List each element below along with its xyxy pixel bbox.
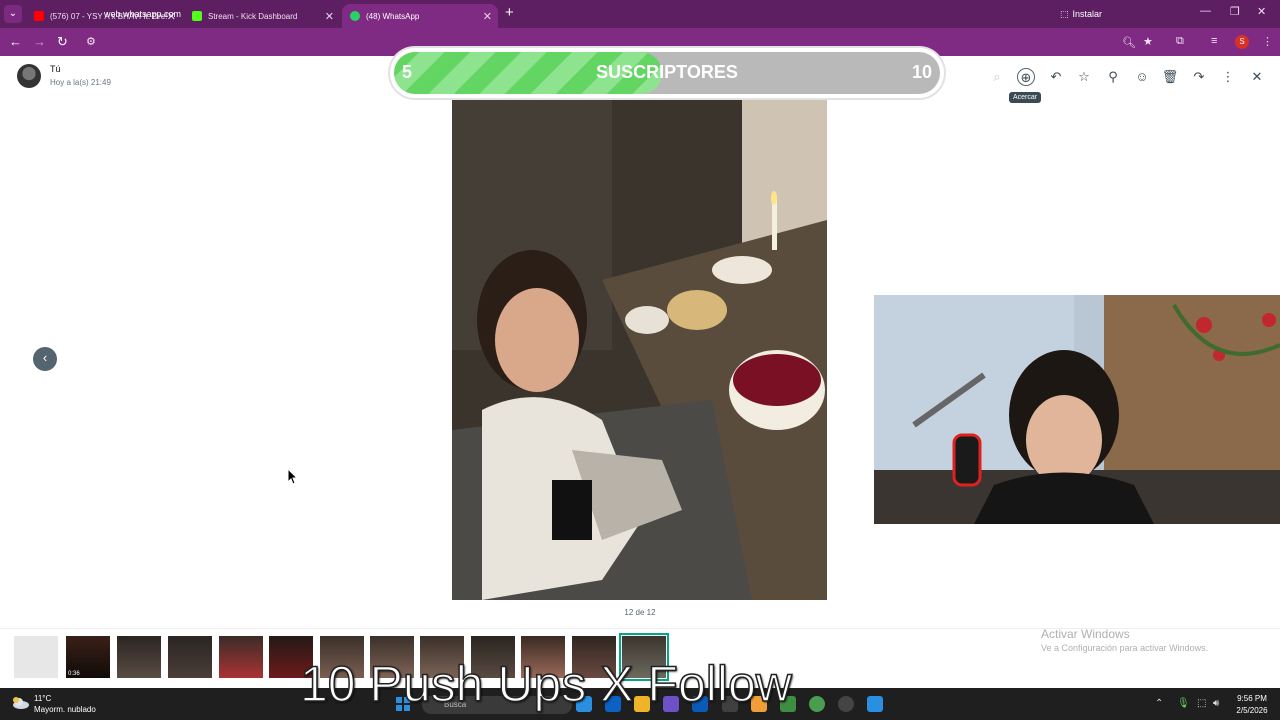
tab-title: (48) WhatsApp xyxy=(366,11,420,21)
tab-kick[interactable]: Stream - Kick Dashboard ✕ xyxy=(184,4,340,28)
activation-watermark-text: Ve a Configuración para activar Windows. xyxy=(1041,643,1209,653)
emoji-icon[interactable]: ☺ xyxy=(1133,68,1151,86)
install-label: Instalar xyxy=(1072,9,1103,19)
message-timestamp: Hoy a la(s) 21:49 xyxy=(50,78,111,87)
thumbnail[interactable] xyxy=(168,636,212,678)
close-window-icon[interactable]: ✕ xyxy=(1257,5,1266,18)
microphone-icon[interactable]: 🎙︎ xyxy=(1177,698,1190,709)
forward-icon[interactable]: ↷ xyxy=(1190,68,1208,86)
thumbnail[interactable] xyxy=(117,636,161,678)
subscriber-goal-target: 10 xyxy=(911,62,932,82)
extensions-icon[interactable]: ⧉ xyxy=(1176,35,1184,48)
thumbnail[interactable] xyxy=(14,636,58,678)
subscriber-goal-bar: 5 SUSCRIPTORES 10 xyxy=(390,48,944,98)
cloud-icon xyxy=(13,697,29,709)
weather-description[interactable]: Mayorm. nublado xyxy=(34,705,96,714)
weather-temperature[interactable]: 11°C xyxy=(34,694,51,703)
media-control-icon[interactable]: ≡ xyxy=(1211,35,1217,47)
back-icon[interactable]: ← xyxy=(9,34,22,49)
search-icon[interactable]: ⌕ xyxy=(988,68,1006,86)
clock-date[interactable]: 2/5/2026 xyxy=(1232,706,1272,715)
more-icon[interactable]: ⋮ xyxy=(1219,68,1237,86)
clock-time[interactable]: 9:56 PM xyxy=(1232,694,1272,703)
close-tab-icon[interactable]: ✕ xyxy=(325,10,334,23)
volume-icon[interactable]: 🔊︎ xyxy=(1213,698,1219,709)
reply-icon[interactable]: ↶ xyxy=(1047,68,1065,86)
youtube-icon xyxy=(34,11,44,21)
close-tab-icon[interactable]: ✕ xyxy=(483,10,492,23)
avatar[interactable] xyxy=(17,64,41,88)
tray-chevron-icon[interactable]: ⌃ xyxy=(1155,698,1163,709)
reload-icon[interactable]: ↻ xyxy=(57,34,68,50)
profile-avatar[interactable]: S xyxy=(1235,35,1249,49)
zoom-in-icon[interactable]: ⊕ xyxy=(1017,68,1035,86)
close-icon[interactable]: ✕ xyxy=(1248,68,1266,86)
bookmark-star-icon[interactable]: ★ xyxy=(1143,35,1153,48)
minimize-icon[interactable]: — xyxy=(1200,5,1211,17)
install-button[interactable]: ⬚ Instalar xyxy=(1060,5,1102,23)
webcam-overlay xyxy=(874,295,1280,524)
activation-watermark-title: Activar Windows xyxy=(1041,627,1130,641)
tab-search-chevron-icon[interactable]: ⌄ xyxy=(4,5,22,23)
whatsapp-icon xyxy=(350,11,360,21)
site-info-icon[interactable]: ⚙ xyxy=(86,35,96,48)
previous-media-button[interactable]: ‹ xyxy=(33,347,57,371)
maximize-icon[interactable]: ❐ xyxy=(1230,5,1240,18)
network-icon[interactable]: ⬚ xyxy=(1197,698,1206,709)
video-duration: 0:36 xyxy=(68,671,80,677)
tab-title: Stream - Kick Dashboard xyxy=(208,11,298,21)
media-photo[interactable] xyxy=(452,100,827,600)
kick-icon xyxy=(192,11,202,21)
pin-icon[interactable]: ⚲ xyxy=(1104,68,1122,86)
thumbnail[interactable]: 0:36 xyxy=(66,636,110,678)
media-counter: 12 de 12 xyxy=(624,608,656,617)
thumbnail[interactable] xyxy=(219,636,263,678)
delete-icon[interactable]: 🗑︎ xyxy=(1161,68,1179,86)
subscriber-goal-label: SUSCRIPTORES xyxy=(596,62,738,82)
zoom-icon[interactable]: 🔍︎ xyxy=(1122,36,1136,49)
photo-illustration xyxy=(452,100,827,600)
obs-icon[interactable] xyxy=(838,696,854,712)
new-tab-button[interactable]: + xyxy=(505,4,514,21)
forward-icon[interactable]: → xyxy=(33,34,46,49)
tooltip: Acercar xyxy=(1009,92,1042,103)
address-bar[interactable]: web.whatsapp.com xyxy=(104,9,181,19)
tab-whatsapp[interactable]: (48) WhatsApp ✕ xyxy=(342,4,498,28)
mouse-cursor-icon xyxy=(288,469,298,485)
star-icon[interactable]: ☆ xyxy=(1075,68,1093,86)
stream-overlay-text: 10 Push Ups X Follow xyxy=(299,655,792,713)
browser-menu-icon[interactable]: ⋮ xyxy=(1262,35,1273,48)
chrome-icon[interactable] xyxy=(809,696,825,712)
install-icon: ⬚ xyxy=(1060,8,1069,19)
sender-name: Tú xyxy=(50,64,61,74)
webcam-illustration xyxy=(874,295,1280,524)
app-icon[interactable] xyxy=(867,696,883,712)
